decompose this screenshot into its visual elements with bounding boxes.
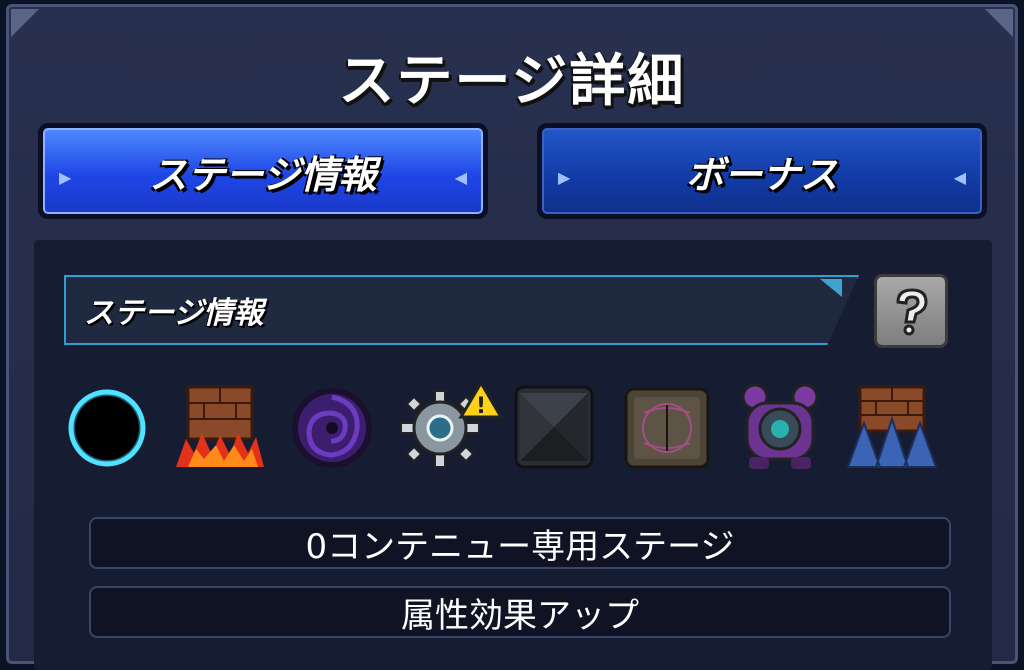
- stone-block-icon[interactable]: [514, 383, 604, 473]
- black-hole-icon[interactable]: [62, 383, 152, 473]
- shield-generator-icon[interactable]: [739, 383, 829, 473]
- stage-note: 属性効果アップ: [89, 586, 951, 638]
- magic-panel-icon[interactable]: [622, 383, 712, 473]
- spike-wall-icon[interactable]: [842, 383, 938, 473]
- corner-ornament-left: [11, 9, 39, 37]
- stage-note-text: 属性効果アップ: [401, 595, 639, 636]
- stage-note: 0コンテニュー専用ステージ: [89, 517, 951, 569]
- tab-arrow-right-icon: ◀: [953, 168, 966, 187]
- question-icon: [896, 288, 928, 336]
- tab-arrow-left-icon: ▶: [558, 168, 571, 187]
- tab-arrow-left-icon: ▶: [59, 168, 72, 187]
- spiked-mine-icon[interactable]: !: [395, 380, 504, 473]
- section-header-label: ステージ情報: [84, 296, 264, 331]
- tab-label: ボーナス: [685, 152, 838, 197]
- svg-text:!: !: [476, 394, 486, 419]
- tab-label: ステージ情報: [149, 152, 377, 197]
- section-header: ステージ情報: [64, 275, 859, 345]
- tab-bonus[interactable]: ▶ ボーナス ◀: [537, 123, 987, 219]
- tab-stage-info[interactable]: ▶ ステージ情報 ◀: [38, 123, 488, 219]
- page-title: ステージ詳細: [338, 49, 686, 114]
- fire-wall-icon[interactable]: [172, 383, 264, 473]
- tab-arrow-right-icon: ◀: [454, 168, 467, 187]
- stage-note-text: 0コンテニュー専用ステージ: [305, 526, 735, 567]
- warp-vortex-icon[interactable]: [287, 383, 377, 473]
- corner-ornament-right: [985, 9, 1013, 37]
- header-corner-accent: [820, 279, 842, 297]
- help-button[interactable]: [874, 274, 948, 348]
